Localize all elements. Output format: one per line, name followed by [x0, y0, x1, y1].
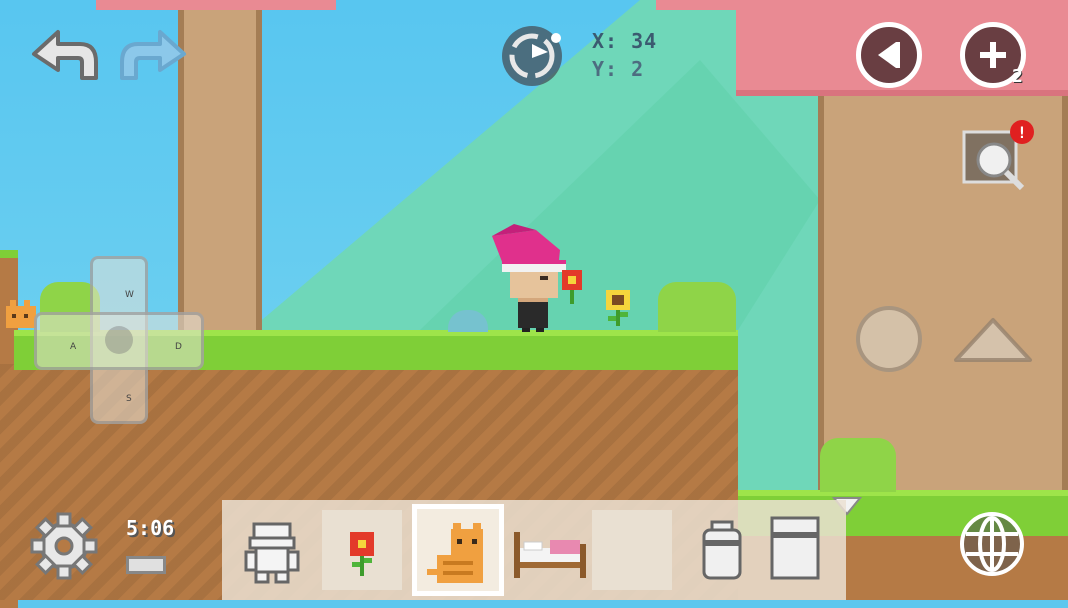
sunflower[interactable]	[604, 290, 632, 330]
dpad-right-label: D	[175, 342, 182, 352]
action-button[interactable]	[856, 306, 922, 372]
outfit-icon	[244, 522, 300, 584]
coordinate-y: Y: 2	[592, 57, 645, 81]
jump-button[interactable]	[952, 316, 1034, 366]
tree-canopy-top	[656, 0, 736, 10]
hotbar-slot-flower[interactable]	[322, 510, 402, 590]
dpad[interactable]: W A D S	[34, 256, 204, 424]
tree-canopy-left	[96, 0, 336, 10]
rewind-button[interactable]	[856, 22, 922, 88]
world-button[interactable]	[958, 510, 1026, 578]
notification-badge: !	[1010, 120, 1034, 144]
bush	[658, 282, 736, 332]
dpad-down-label: S	[126, 394, 132, 404]
bush	[820, 438, 896, 492]
storage-box-icon	[770, 516, 820, 580]
redo-icon[interactable]	[118, 28, 190, 84]
gear-icon[interactable]	[30, 512, 98, 580]
cat-icon	[427, 523, 483, 583]
red-flower-icon	[350, 532, 374, 576]
globe-icon	[960, 512, 1024, 576]
inspect-button[interactable]: !	[962, 120, 1034, 192]
hotbar-slot-outfit[interactable]	[232, 510, 312, 590]
hotbar	[222, 500, 846, 600]
player-character	[492, 224, 582, 332]
rewind-icon	[878, 42, 900, 68]
compass-icon[interactable]	[498, 22, 570, 90]
dpad-up-label: W	[125, 290, 134, 300]
clock: 5:06	[126, 516, 175, 540]
trash-can-icon	[702, 520, 742, 580]
dpad-left-label: A	[70, 342, 77, 352]
storage-button[interactable]	[768, 514, 824, 584]
coordinate-x: X: 34	[592, 29, 658, 53]
battery-icon	[126, 556, 166, 574]
trash-button[interactable]	[696, 518, 748, 582]
dpad-center	[105, 326, 133, 354]
zoom-level-badge: 2	[1012, 66, 1023, 87]
pink-bed-icon	[514, 532, 586, 578]
plus-icon	[980, 42, 1006, 68]
undo-icon[interactable]	[28, 28, 100, 84]
hotbar-slot-empty[interactable]	[592, 510, 672, 590]
hotbar-slot-cat[interactable]	[412, 504, 504, 596]
hotbar-slot-bed[interactable]	[510, 510, 590, 590]
